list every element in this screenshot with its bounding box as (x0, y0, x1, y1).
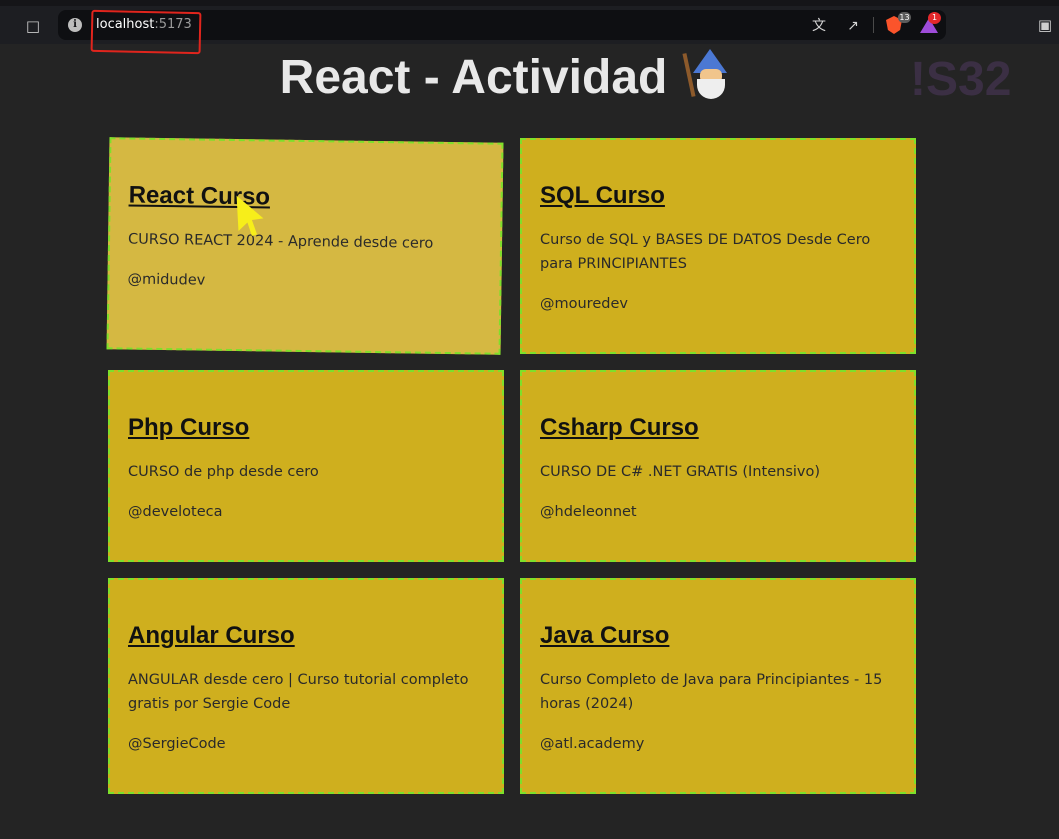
extensions-icon[interactable]: ▣ (1037, 17, 1053, 33)
card-description: CURSO REACT 2024 - Aprende desde cero (127, 231, 434, 252)
card-title[interactable]: Java Curso (540, 622, 896, 650)
card-author: @hdeleonnet (540, 504, 637, 520)
card-description: ANGULAR desde cero | Curso tutorial comp… (128, 672, 469, 712)
translate-icon[interactable]: 文 (810, 17, 828, 35)
bookmark-icon[interactable]: □ (25, 17, 41, 35)
share-icon[interactable]: ↗ (844, 17, 862, 35)
course-card[interactable]: Php Curso CURSO de php desde cero @devel… (108, 370, 504, 562)
card-author: @SergieCode (128, 736, 226, 752)
card-author: @mouredev (540, 296, 628, 312)
card-description: Curso de SQL y BASES DE DATOS Desde Cero… (540, 232, 871, 272)
course-card[interactable]: Java Curso Curso Completo de Java para P… (520, 578, 916, 794)
card-author: @midudev (127, 271, 206, 289)
course-card[interactable]: React Curso CURSO REACT 2024 - Aprende d… (106, 137, 504, 355)
card-title[interactable]: Angular Curso (128, 622, 484, 650)
card-description: CURSO DE C# .NET GRATIS (Intensivo) (540, 464, 821, 480)
course-card[interactable]: Angular Curso ANGULAR desde cero | Curso… (108, 578, 504, 794)
card-title[interactable]: SQL Curso (540, 182, 896, 210)
brave-shields-badge: 13 (898, 12, 911, 23)
brave-rewards-badge: 1 (928, 12, 941, 24)
course-card[interactable]: Csharp Curso CURSO DE C# .NET GRATIS (In… (520, 370, 916, 562)
card-description: CURSO de php desde cero (128, 464, 319, 480)
address-bar[interactable]: i localhost:5173 文 ↗ 13 1 (58, 9, 946, 55)
browser-toolbar: □ i localhost:5173 文 ↗ 13 1 ▣ (0, 6, 1059, 55)
page-title-text: React - Actividad (279, 51, 668, 104)
watermark: !S32 (910, 53, 1012, 106)
wizard-icon (681, 49, 739, 99)
info-icon[interactable]: i (68, 18, 82, 32)
toolbar-separator (873, 17, 874, 33)
card-description: Curso Completo de Java para Principiante… (540, 672, 883, 712)
course-card[interactable]: SQL Curso Curso de SQL y BASES DE DATOS … (520, 138, 916, 354)
card-title[interactable]: React Curso (128, 182, 482, 215)
card-title[interactable]: Csharp Curso (540, 414, 896, 442)
card-title[interactable]: Php Curso (128, 414, 484, 442)
page-title: React - Actividad (0, 48, 1019, 108)
card-author: @develoteca (128, 504, 223, 520)
card-author: @atl.academy (540, 736, 645, 752)
